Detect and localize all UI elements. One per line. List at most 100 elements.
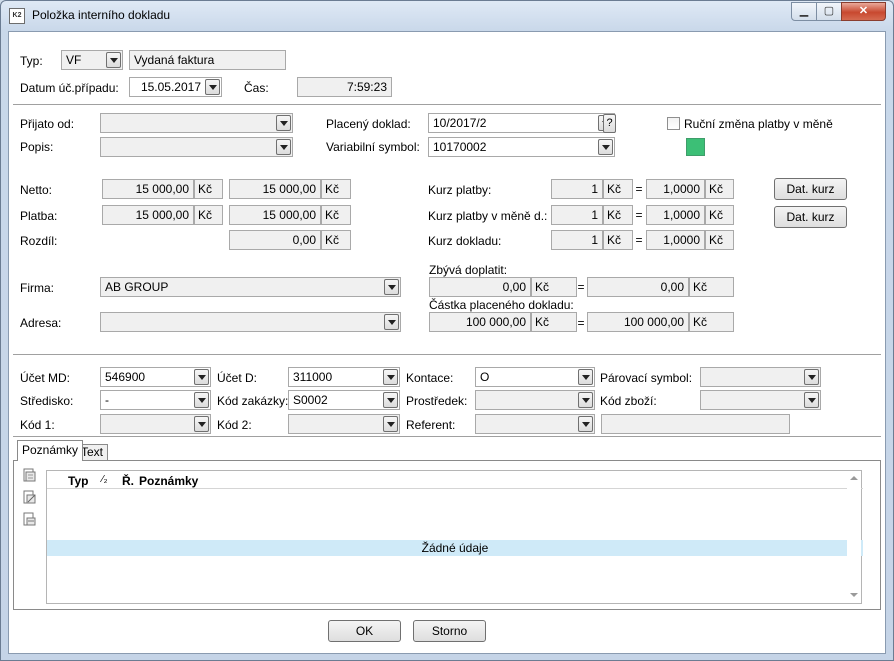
ucet-md-combo[interactable]: 546900 xyxy=(100,367,211,387)
firma-combo[interactable]: AB GROUP xyxy=(100,277,401,297)
dialog-window: K2 Položka interního dokladu ▁ ▢ ✕ Typ: … xyxy=(0,0,894,661)
kurz-platby-label: Kurz platby: xyxy=(428,183,492,197)
kurz-platby-qty: 1 xyxy=(551,179,603,199)
kod2-label: Kód 2: xyxy=(217,418,252,432)
rozdil-amount: 0,00 xyxy=(229,230,321,250)
storno-button[interactable]: Storno xyxy=(413,620,486,642)
separator xyxy=(13,354,881,356)
chevron-down-icon[interactable] xyxy=(578,416,593,432)
kurz-mene-label: Kurz platby v měně d.: xyxy=(428,209,548,223)
varsym-label: Variabilní symbol: xyxy=(326,140,420,154)
vertical-scrollbar[interactable] xyxy=(847,471,861,603)
notes-grid[interactable]: Typ ⁄₂ Ř. Poznámky Žádné údaje xyxy=(46,470,863,604)
kontace-combo[interactable]: O xyxy=(475,367,595,387)
zakazka-combo[interactable]: S0002 xyxy=(288,390,400,410)
kod-zbozi-combo[interactable] xyxy=(700,390,821,410)
placeny-value: 10/2017/2 xyxy=(433,116,487,130)
chevron-down-icon[interactable] xyxy=(384,314,399,330)
parovaci-label: Párovací symbol: xyxy=(600,371,693,385)
ucet-md-value: 546900 xyxy=(105,370,146,384)
empty-state-row: Žádné údaje xyxy=(47,540,863,556)
stredisko-combo[interactable]: - xyxy=(100,390,211,410)
close-button[interactable]: ✕ xyxy=(841,2,886,21)
zbyva-amount-1: 0,00 xyxy=(429,277,531,297)
dat-kurz-button-2[interactable]: Dat. kurz xyxy=(774,206,847,228)
chevron-down-icon[interactable] xyxy=(194,392,209,408)
netto-label: Netto: xyxy=(20,183,53,197)
kurz-dokladu-qty: 1 xyxy=(551,230,603,250)
title-bar[interactable]: K2 Položka interního dokladu ▁ ▢ ✕ xyxy=(1,1,893,31)
delete-note-icon[interactable] xyxy=(23,512,37,526)
column-header-radek[interactable]: Ř. xyxy=(122,474,134,488)
popis-combo[interactable] xyxy=(100,137,293,157)
chevron-down-icon[interactable] xyxy=(106,52,121,68)
tab-poznamky[interactable]: Poznámky xyxy=(17,440,84,461)
chevron-down-icon[interactable] xyxy=(276,115,291,131)
chevron-down-icon[interactable] xyxy=(383,392,398,408)
app-icon: K2 xyxy=(9,8,25,24)
datum-field[interactable]: 15.05.2017 xyxy=(129,77,222,97)
kod2-combo[interactable] xyxy=(288,414,400,434)
netto-currency-2: Kč xyxy=(321,179,351,199)
varsym-combo[interactable]: 10170002 xyxy=(428,137,615,157)
chevron-down-icon[interactable] xyxy=(383,369,398,385)
parovaci-combo[interactable] xyxy=(700,367,821,387)
chevron-down-icon[interactable] xyxy=(384,279,399,295)
castka-currency-2: Kč xyxy=(689,312,734,332)
maximize-button[interactable]: ▢ xyxy=(816,2,842,21)
help-button[interactable]: ? xyxy=(603,114,616,133)
prijato-combo[interactable] xyxy=(100,113,293,133)
dat-kurz-button-1[interactable]: Dat. kurz xyxy=(774,178,847,200)
kurz-dokladu-rate: 1,0000 xyxy=(646,230,705,250)
kurz-platby-currency: Kč xyxy=(603,179,633,199)
kontace-label: Kontace: xyxy=(406,371,454,385)
chevron-down-icon[interactable] xyxy=(276,139,291,155)
castka-amount-1: 100 000,00 xyxy=(429,312,531,332)
kurz-platby-rate: 1,0000 xyxy=(646,179,705,199)
typ-combo[interactable]: VF xyxy=(61,50,123,70)
stredisko-value: - xyxy=(105,393,109,407)
ucet-md-label: Účet MD: xyxy=(20,371,71,385)
edit-note-icon[interactable] xyxy=(23,490,37,504)
firma-label: Firma: xyxy=(20,281,54,295)
column-header-typ[interactable]: Typ xyxy=(68,474,88,488)
chevron-down-icon[interactable] xyxy=(578,392,593,408)
adresa-label: Adresa: xyxy=(20,316,62,330)
adresa-combo[interactable] xyxy=(100,312,401,332)
chevron-down-icon[interactable] xyxy=(194,369,209,385)
platba-currency-2: Kč xyxy=(321,205,351,225)
scroll-up-icon[interactable] xyxy=(850,475,858,481)
minimize-button[interactable]: ▁ xyxy=(791,2,817,21)
column-header-poznamky[interactable]: Poznámky xyxy=(139,474,198,488)
ok-button[interactable]: OK xyxy=(328,620,401,642)
platba-currency-1: Kč xyxy=(194,205,223,225)
sort-icon[interactable]: ⁄₂ xyxy=(102,474,108,485)
referent-description xyxy=(601,414,790,434)
notes-grid-header: Typ ⁄₂ Ř. Poznámky xyxy=(47,471,863,489)
referent-combo[interactable] xyxy=(475,414,595,434)
chevron-down-icon[interactable] xyxy=(194,416,209,432)
kurz-mene-qty: 1 xyxy=(551,205,603,225)
popis-label: Popis: xyxy=(20,140,54,154)
rucni-label: Ruční změna platby v měně xyxy=(684,117,833,131)
chevron-down-icon[interactable] xyxy=(598,139,613,155)
rucni-checkbox[interactable] xyxy=(667,117,680,130)
scroll-down-icon[interactable] xyxy=(850,592,858,598)
calendar-dropdown-icon[interactable] xyxy=(205,79,220,95)
varsym-value: 10170002 xyxy=(433,140,487,154)
ucet-d-combo[interactable]: 311000 xyxy=(288,367,400,387)
chevron-down-icon[interactable] xyxy=(804,369,819,385)
zbyva-currency-1: Kč xyxy=(531,277,577,297)
placeny-combo[interactable]: 10/2017/2 xyxy=(428,113,615,133)
kod1-combo[interactable] xyxy=(100,414,211,434)
platba-label: Platba: xyxy=(20,209,58,223)
window-title: Položka interního dokladu xyxy=(32,8,171,22)
chevron-down-icon[interactable] xyxy=(383,416,398,432)
kurz-dokladu-currency: Kč xyxy=(603,230,633,250)
chevron-down-icon[interactable] xyxy=(578,369,593,385)
add-note-icon[interactable] xyxy=(23,468,37,482)
castka-label: Částka placeného dokladu: xyxy=(429,298,574,312)
separator xyxy=(13,436,881,438)
chevron-down-icon[interactable] xyxy=(804,392,819,408)
prostredek-combo[interactable] xyxy=(475,390,595,410)
